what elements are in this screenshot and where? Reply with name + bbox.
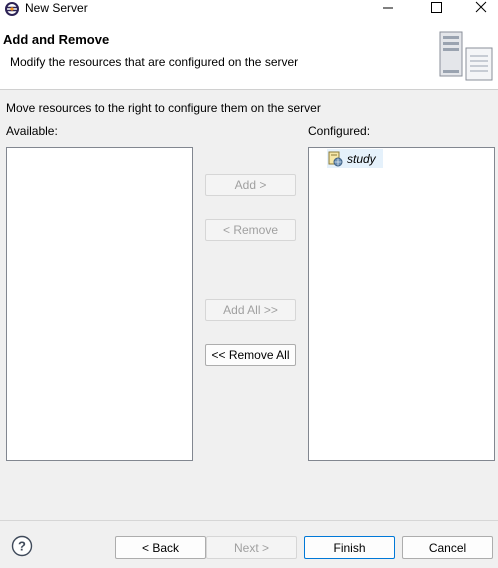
close-button[interactable] [459, 0, 498, 22]
eclipse-icon [5, 2, 19, 16]
maximize-icon [431, 2, 442, 13]
svg-text:?: ? [18, 539, 26, 554]
help-icon[interactable]: ? [11, 535, 33, 557]
minimize-button[interactable] [366, 0, 410, 22]
remove-button[interactable]: < Remove [205, 219, 296, 241]
web-project-icon [328, 151, 343, 166]
page-title: Add and Remove [3, 32, 110, 47]
next-button[interactable]: Next > [206, 536, 297, 559]
footer-separator [0, 520, 498, 521]
list-item[interactable]: study [327, 149, 383, 168]
minimize-icon [383, 7, 393, 9]
title-bar: New Server [0, 0, 498, 22]
server-banner-icon [439, 31, 493, 81]
back-button[interactable]: < Back [115, 536, 206, 559]
maximize-button[interactable] [414, 0, 458, 22]
add-button[interactable]: Add > [205, 174, 296, 196]
window-title: New Server [25, 1, 88, 15]
list-item-label: study [347, 151, 376, 166]
add-all-button[interactable]: Add All >> [205, 299, 296, 321]
configured-list[interactable]: study [308, 147, 495, 461]
finish-button[interactable]: Finish [304, 536, 395, 559]
page-description: Modify the resources that are configured… [10, 55, 299, 69]
cancel-button[interactable]: Cancel [402, 536, 493, 559]
available-label: Available: [6, 124, 58, 138]
wizard-header: Add and Remove Modify the resources that… [0, 22, 498, 90]
close-icon [475, 1, 487, 13]
instruction-text: Move resources to the right to configure… [6, 101, 321, 115]
remove-all-button[interactable]: << Remove All [205, 344, 296, 366]
available-list[interactable] [6, 147, 193, 461]
configured-label: Configured: [308, 124, 371, 138]
